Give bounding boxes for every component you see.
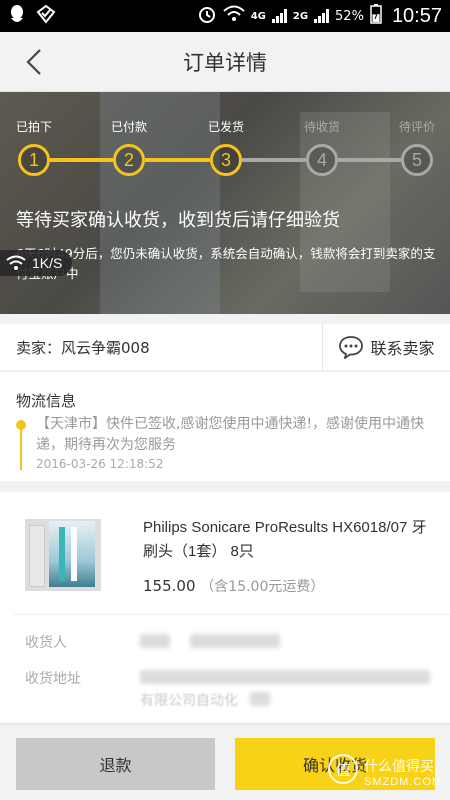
step-circle: 3: [210, 144, 242, 176]
step-label: 待评价: [398, 120, 435, 134]
battery-percent: 52%: [335, 8, 364, 24]
clock: 10:57: [391, 4, 442, 27]
network-speed-badge: 1K/S: [0, 250, 73, 276]
status-bar: 4G 2G 52% 10:57: [0, 0, 450, 32]
status-title: 等待买家确认收货，收到货后请仔细验货: [16, 210, 340, 231]
page-title: 订单详情: [183, 50, 267, 75]
product-price-row: 155.00 （含15.00元运费）: [143, 576, 324, 596]
back-button[interactable]: [18, 46, 50, 78]
signal-icon: [271, 9, 287, 23]
status-description: 6天6时49分后，您仍未确认收货，系统会自动确认，钱款将会打到卖家的支付宝账户中: [16, 246, 436, 281]
network-a-label: 4G: [250, 10, 266, 22]
product-name[interactable]: Philips Sonicare ProResults HX6018/07 牙刷…: [143, 516, 433, 564]
progress-connector: [145, 158, 210, 162]
progress-connector: [50, 158, 113, 162]
signal-icon-2: [314, 9, 330, 23]
seller-row: 卖家：风云争霸008 联系卖家: [0, 324, 450, 370]
logistics-title: 物流信息: [16, 392, 77, 410]
address-partial: 有限公司自动化: [140, 693, 238, 709]
step-label: 待收货: [303, 120, 340, 134]
logistics-message: 【天津市】快件已签收,感谢您使用中通快递!，感谢使用中通快递，期待再次为您服务: [36, 416, 425, 453]
step-circle: 1: [18, 144, 50, 176]
chat-bubble-icon: [339, 336, 364, 359]
network-b-label: 2G: [292, 10, 309, 22]
refund-button[interactable]: 退款: [16, 738, 215, 790]
step-circle: 4: [306, 144, 338, 176]
progress-connector: [242, 158, 306, 162]
contact-seller-button[interactable]: 联系卖家: [322, 324, 450, 370]
step-label: 已付款: [110, 120, 147, 134]
address-label: 收货地址: [25, 671, 81, 687]
smzdm-logo-icon: 值: [328, 754, 358, 784]
watermark-text: 什么值得买: [364, 759, 434, 775]
recipient-label: 收货人: [25, 635, 67, 651]
product-price: 155.00: [143, 577, 196, 595]
shipping-note: （含15.00元运费）: [200, 579, 325, 595]
product-card: Philips Sonicare ProResults HX6018/07 牙刷…: [0, 492, 450, 722]
alarm-icon: [197, 4, 217, 28]
order-progress: 已拍下 1 已付款 2 已发货 3 待收货 4 待评价 5: [0, 118, 450, 188]
timeline-dot: [16, 420, 26, 430]
message-icon: [36, 4, 56, 28]
step-label: 已发货: [207, 120, 244, 134]
logistics-time: 2016-03-26 12:18:52: [36, 457, 164, 471]
app-header: 订单详情: [0, 32, 450, 92]
step-label: 已拍下: [15, 120, 52, 134]
step-circle: 5: [401, 144, 433, 176]
product-thumbnail[interactable]: [25, 519, 101, 591]
step-circle: 2: [113, 144, 145, 176]
smzdm-watermark: 值 什么值得买 SMZDM.COM: [328, 752, 444, 796]
wifi-icon: [6, 255, 26, 270]
chevron-left-icon: [26, 49, 41, 75]
qq-icon: [8, 4, 26, 28]
progress-connector: [338, 158, 401, 162]
speed-label: 1K/S: [32, 255, 63, 271]
seller-name: 卖家：风云争霸008: [16, 338, 150, 357]
wifi-icon: [223, 5, 245, 27]
battery-icon: [370, 4, 382, 28]
logistics-section[interactable]: 物流信息 【天津市】快件已签收,感谢您使用中通快递!，感谢使用中通快递，期待再次…: [0, 371, 450, 481]
watermark-sub: SMZDM.COM: [364, 776, 443, 788]
order-status-banner: 已拍下 1 已付款 2 已发货 3 待收货 4 待评价 5 等待买家确认收货，收到货后请仔细验货 …: [0, 92, 450, 314]
contact-seller-label: 联系卖家: [370, 339, 435, 358]
